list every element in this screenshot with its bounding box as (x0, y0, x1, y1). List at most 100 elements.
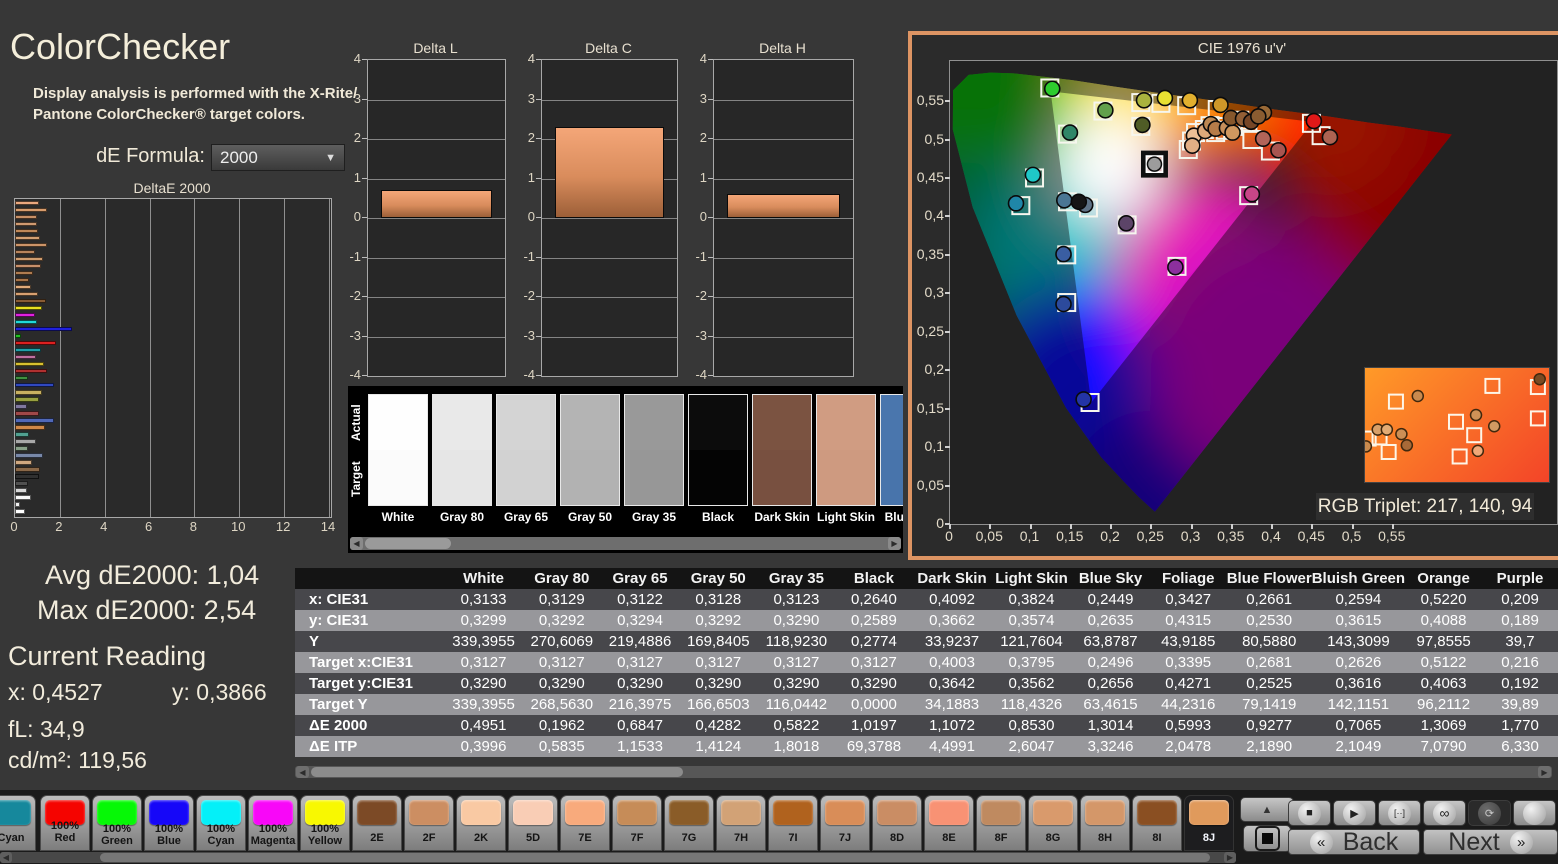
table-cell: 0,189 (1482, 610, 1558, 631)
patch-tab-label: 7J (838, 832, 852, 844)
table-scrollbar-thumb[interactable] (311, 767, 683, 777)
table-row: ΔE 2000 0,4951 0,1962 0,6847 0,4282 0,5822 1,0… (295, 715, 1558, 736)
patch-tab-100-cyan[interactable]: 100% Cyan (196, 795, 246, 851)
scroll-left-icon[interactable]: ◀ (350, 537, 363, 550)
patch-tab-8d[interactable]: 8D (872, 795, 922, 851)
delta-chart-title: Delta H (759, 40, 806, 56)
up-arrow-icon: ▲ (1261, 803, 1273, 816)
patch-tab-2e[interactable]: 2E (352, 795, 402, 851)
tab-scrollbar[interactable]: ◀ ▶ (0, 852, 1236, 863)
cie-chart-title: CIE 1976 u'v' (1197, 40, 1287, 57)
table-row: Target y:CIE31 0,3290 0,3290 0,3290 0,3290 0,… (295, 673, 1558, 694)
y-tick (536, 375, 541, 376)
patch-tab-8h[interactable]: 8H (1080, 795, 1130, 851)
loop-button[interactable]: ∞ (1423, 800, 1466, 826)
table-cell: 0,5822 (757, 715, 836, 736)
scroll-right-icon[interactable]: ▶ (888, 537, 901, 550)
swatch-scrollbar-thumb[interactable] (365, 538, 451, 549)
cie-zoom-inset (1364, 367, 1550, 483)
max-de2000: Max dE2000: 2,54 (37, 595, 257, 625)
measurement-point (1043, 80, 1061, 98)
swatch-scrollbar[interactable]: ◀ ▶ (350, 537, 901, 550)
patch-swatch (253, 800, 293, 825)
measurement-point (1400, 439, 1414, 452)
patch-tab-label: 2F (422, 832, 436, 844)
table-cell: 63,8787 (1071, 631, 1150, 652)
patch-swatch (149, 800, 189, 825)
play-button[interactable]: ▶ (1333, 800, 1376, 826)
patch-tab-7e[interactable]: 7E (560, 795, 610, 851)
table-cell: 0,3127 (679, 652, 758, 673)
y-tick (536, 98, 541, 100)
patch-tab-5d[interactable]: 5D (508, 795, 558, 851)
patch-tab-label: 100% Red (50, 820, 80, 844)
gridline (368, 297, 505, 298)
scroll-left-icon[interactable]: ◀ (0, 852, 12, 863)
patch-tab-100red[interactable]: 100% Red (40, 795, 90, 851)
next-button[interactable]: Next » (1423, 828, 1558, 856)
patch-tab-8j[interactable]: 8J (1184, 795, 1234, 851)
patch-tab-8f[interactable]: 8F (976, 795, 1026, 851)
patch-tab-cyan[interactable]: Cyan (0, 795, 36, 851)
measurement-point (1533, 372, 1546, 386)
y-tick (945, 176, 950, 179)
table-cell: 39,7 (1482, 631, 1558, 652)
patch-tab-100-yellow[interactable]: 100% Yellow (300, 795, 350, 851)
gridline (542, 218, 677, 219)
patch-swatch (1137, 800, 1177, 825)
patch-tab-7f[interactable]: 7F (612, 795, 662, 851)
avg-de2000: Avg dE2000: 1,04 (45, 560, 260, 590)
blank-button[interactable] (1513, 800, 1556, 826)
patch-tab-100-green[interactable]: 100% Green (92, 795, 142, 851)
table-cell: 0,3642 (912, 673, 992, 694)
y-tick (362, 138, 367, 139)
table-cell: 1,0197 (835, 715, 913, 736)
measurement-point (1411, 389, 1425, 403)
target-square (1448, 413, 1464, 430)
patch-swatch (981, 800, 1021, 825)
patch-tab-7h[interactable]: 7H (716, 795, 766, 851)
column-header: Gray 35 (757, 568, 836, 589)
scroll-right-icon[interactable]: ▶ (1224, 852, 1236, 863)
row-header: Target Y (295, 694, 445, 715)
refresh-button[interactable]: ⟳ (1468, 800, 1511, 826)
deltae-bar (15, 432, 29, 437)
table-cell: 0,3128 (679, 589, 758, 610)
patch-tab-7i[interactable]: 7I (768, 795, 818, 851)
patch-tab-2k[interactable]: 2K (456, 795, 506, 851)
table-cell: 0,8530 (991, 715, 1072, 736)
patch-tab-8e[interactable]: 8E (924, 795, 974, 851)
pattern-window-button[interactable] (1243, 825, 1291, 852)
x-tick-label: 0,4 (1261, 528, 1281, 544)
measurement-point (1224, 124, 1241, 141)
tab-strip-up-button[interactable]: ▲ (1240, 797, 1294, 822)
target-square (1451, 448, 1468, 465)
tab-scrollbar-thumb[interactable] (100, 853, 1210, 862)
column-header: Gray 80 (522, 568, 601, 589)
scroll-left-icon[interactable]: ◀ (296, 766, 309, 778)
table-cell: 0,3427 (1149, 589, 1227, 610)
gridline (714, 257, 853, 259)
stop-button[interactable]: ■ (1288, 800, 1331, 826)
patch-swatch (1189, 800, 1229, 825)
table-cell: 0,3299 (444, 610, 523, 631)
y-tick (945, 484, 950, 487)
table-cell: 96,2112 (1405, 694, 1483, 715)
range-button[interactable]: [··] (1378, 800, 1421, 826)
table-scrollbar[interactable]: ◀ ▶ (295, 766, 1552, 778)
patch-tab-2f[interactable]: 2F (404, 795, 454, 851)
patch-tab-8i[interactable]: 8I (1132, 795, 1182, 851)
y-tick-label: 0,3 (924, 284, 944, 301)
patch-tab-8g[interactable]: 8G (1028, 795, 1078, 851)
patch-tab-100-magenta[interactable]: 100% Magenta (248, 795, 298, 851)
back-button[interactable]: « Back (1288, 828, 1420, 856)
patch-tab-7j[interactable]: 7J (820, 795, 870, 851)
scroll-right-icon[interactable]: ▶ (1538, 766, 1551, 778)
y-tick (362, 256, 367, 258)
table-cell: 0,3133 (444, 589, 523, 610)
gridline (368, 178, 505, 180)
patch-tab-7g[interactable]: 7G (664, 795, 714, 851)
table-cell: 2,0478 (1149, 736, 1227, 757)
patch-tab-100-blue[interactable]: 100% Blue (144, 795, 194, 851)
column-header: Dark Skin (912, 568, 992, 589)
